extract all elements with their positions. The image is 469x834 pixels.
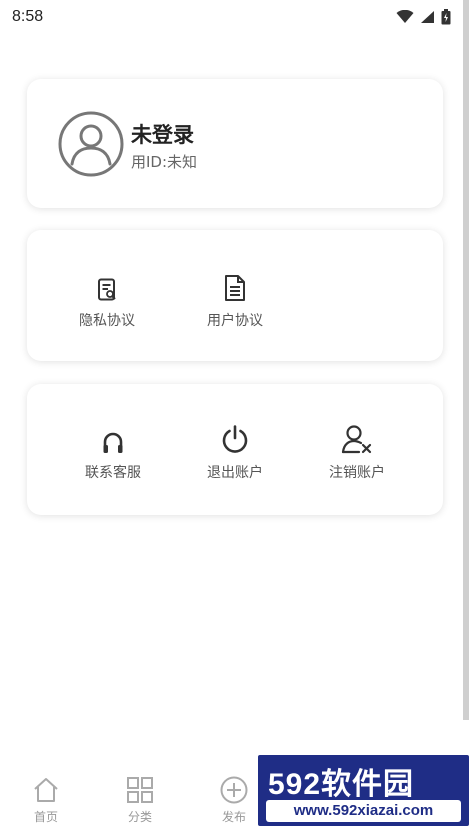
- privacy-policy-item[interactable]: 隐私协议: [52, 272, 162, 330]
- profile-card[interactable]: 未登录 用ID:未知: [27, 79, 443, 208]
- user-agreement-item[interactable]: 用户协议: [180, 272, 290, 330]
- document-icon: [225, 275, 245, 301]
- agreements-card: 隐私协议 用户协议: [27, 230, 443, 361]
- tab-publish-label: 发布: [221, 810, 246, 824]
- status-icons: [396, 9, 451, 25]
- watermark-logo: 592软件园 www.592xiazai.com: [258, 755, 469, 826]
- tab-category[interactable]: 分类: [110, 776, 170, 825]
- grid-icon: [127, 777, 153, 803]
- plus-circle-icon: [220, 776, 248, 804]
- watermark-url: www.592xiazai.com: [266, 800, 461, 822]
- privacy-policy-label: 隐私协议: [79, 313, 135, 329]
- scrollbar: [463, 0, 469, 720]
- user-remove-icon: [341, 425, 372, 454]
- tab-home-label: 首页: [33, 810, 58, 824]
- user-agreement-label: 用户协议: [207, 313, 263, 329]
- account-actions-card: 联系客服 退出账户 注销账户: [27, 384, 443, 515]
- privacy-document-icon: [98, 278, 116, 301]
- delete-account-item[interactable]: 注销账户: [302, 424, 412, 482]
- status-bar: 8:58: [0, 0, 469, 34]
- home-icon: [34, 778, 58, 802]
- user-id: 用ID:未知: [131, 153, 198, 171]
- delete-account-label: 注销账户: [329, 465, 385, 481]
- headset-icon: [103, 432, 123, 453]
- status-time: 8:58: [12, 8, 44, 25]
- tab-publish[interactable]: 发布: [204, 776, 264, 825]
- contact-support-item[interactable]: 联系客服: [58, 424, 168, 482]
- login-status[interactable]: 未登录: [131, 119, 194, 149]
- power-icon: [222, 425, 248, 453]
- contact-support-label: 联系客服: [85, 465, 141, 481]
- avatar-icon[interactable]: [58, 111, 124, 177]
- signal-icon: [421, 11, 434, 23]
- tab-home[interactable]: 首页: [16, 776, 76, 825]
- battery-icon: [441, 9, 451, 25]
- logout-label: 退出账户: [207, 465, 263, 481]
- logout-item[interactable]: 退出账户: [180, 424, 290, 482]
- wifi-icon: [396, 10, 414, 23]
- watermark-brand: 592软件园: [268, 768, 415, 801]
- tab-category-label: 分类: [127, 810, 152, 824]
